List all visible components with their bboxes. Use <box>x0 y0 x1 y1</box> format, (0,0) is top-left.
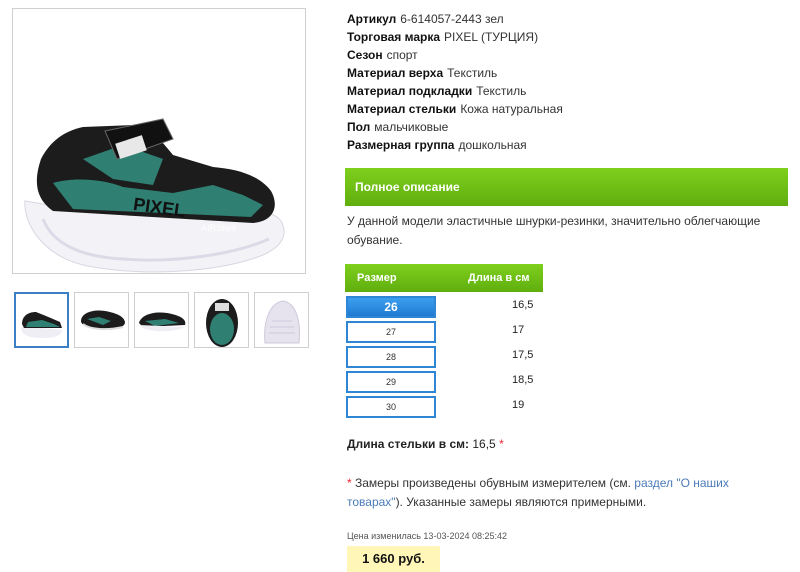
spec-size-group: Размерная группа дошкольная <box>347 138 527 152</box>
note-text-before: Замеры произведены обувным измерителем (… <box>351 476 635 490</box>
size-length: 16,5 <box>512 299 534 311</box>
measurement-note: * Замеры произведены обувным измерителем… <box>347 474 767 512</box>
thumbnail-3[interactable] <box>134 292 189 348</box>
size-length: 18,5 <box>512 374 534 386</box>
spec-upper-material: Материал верха Текстиль <box>347 66 498 80</box>
size-length: 17 <box>512 324 525 336</box>
thumbnail-4[interactable] <box>194 292 249 348</box>
size-row: 27 17 <box>345 319 545 344</box>
size-button-27[interactable]: 27 <box>346 321 436 343</box>
size-row: 26 16,5 <box>345 294 545 319</box>
thumbnail-1[interactable] <box>14 292 69 348</box>
main-product-photo[interactable]: PIXEL AIRShell <box>12 8 306 274</box>
size-row: 28 17,5 <box>345 344 545 369</box>
description-text: У данной модели эластичные шнурки-резинк… <box>347 214 761 247</box>
product-specs: Артикул 6-614057-2443 зел Торговая марка P… <box>347 10 787 154</box>
shoe-sole-text: AIRShell <box>201 223 236 233</box>
size-button-30[interactable]: 30 <box>346 396 436 418</box>
price-changed-date: Цена изменилась 13-03-2024 08:25:42 <box>347 531 508 541</box>
size-length: 17,5 <box>512 349 534 361</box>
note-text-after: ). Указанные замеры являются примерными. <box>395 495 647 509</box>
spec-season: Сезон спорт <box>347 48 418 62</box>
size-column-header: Размер <box>357 272 397 284</box>
length-column-header: Длина в см <box>468 272 530 284</box>
insole-label: Длина стельки в см: <box>347 437 470 451</box>
spec-lining-material: Материал подкладки Текстиль <box>347 84 527 98</box>
size-button-26[interactable]: 26 <box>346 296 436 318</box>
spec-gender: Пол мальчиковые <box>347 120 449 134</box>
size-length: 19 <box>512 399 525 411</box>
thumbnail-5[interactable] <box>254 292 309 348</box>
insole-value: 16,5 <box>472 437 496 451</box>
size-button-29[interactable]: 29 <box>346 371 436 393</box>
spec-insole-material: Материал стельки Кожа натуральная <box>347 102 563 116</box>
thumbnail-2[interactable] <box>74 292 129 348</box>
spec-article: Артикул 6-614057-2443 зел <box>347 12 504 26</box>
insole-length: Длина стельки в см: 16,5 * <box>347 437 504 451</box>
size-table: 26 16,5 27 17 28 17,5 29 18,5 30 19 <box>345 294 545 419</box>
price: 1 660 руб. <box>347 546 440 572</box>
full-description-header[interactable]: Полное описание <box>345 168 788 206</box>
size-button-28[interactable]: 28 <box>346 346 436 368</box>
thumbnail-strip <box>14 292 309 348</box>
insole-asterisk: * <box>499 437 504 451</box>
spec-brand: Торговая марка PIXEL (ТУРЦИЯ) <box>347 30 539 44</box>
size-table-header: Размер Длина в см <box>345 264 543 292</box>
size-row: 30 19 <box>345 394 545 419</box>
size-row: 29 18,5 <box>345 369 545 394</box>
